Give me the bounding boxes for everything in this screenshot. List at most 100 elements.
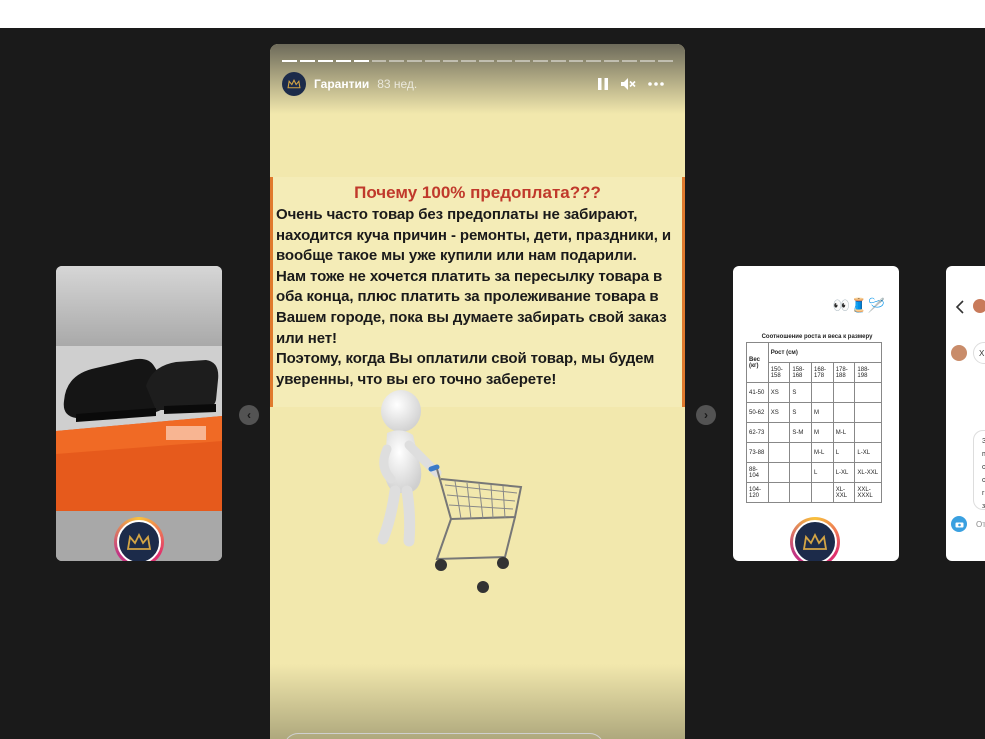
mute-button[interactable] bbox=[619, 75, 637, 93]
size-table-cell bbox=[854, 422, 882, 443]
size-table-cell: 41-50 bbox=[746, 382, 769, 403]
story-text-line: Очень часто товар без предоплаты не заби… bbox=[276, 206, 638, 223]
size-table-cell: XL-XXL bbox=[854, 462, 882, 483]
avatar bbox=[973, 299, 985, 313]
progress-segment bbox=[353, 60, 369, 62]
progress-segment bbox=[568, 60, 584, 62]
size-table-cell: XL-XXL bbox=[832, 482, 856, 503]
chevron-right-icon: › bbox=[704, 408, 708, 422]
story-header: Гарантии 83 нед. bbox=[282, 71, 417, 97]
progress-segment bbox=[550, 60, 566, 62]
size-table-cell bbox=[767, 442, 791, 463]
progress-segment bbox=[496, 60, 512, 62]
size-table-cell bbox=[767, 422, 791, 443]
story-preview-right[interactable]: 👀🧵🪡 Соотношение роста и веса к размеру В… bbox=[733, 266, 899, 561]
size-table-cell: 50-62 bbox=[746, 402, 769, 423]
story-bottom-gradient bbox=[270, 664, 685, 739]
size-table-cell: 88-104 bbox=[746, 462, 769, 483]
story-author-name[interactable]: Гарантии bbox=[314, 77, 369, 91]
progress-segment bbox=[299, 60, 315, 62]
story-text-line: Поэтому, когда Вы оплатили свой товар, м… bbox=[276, 350, 655, 368]
size-table-cell bbox=[767, 462, 791, 483]
size-table: Вес (кг) Рост (см) 150-158 158-168 168-178 17… bbox=[746, 342, 883, 503]
table-row: Вес (кг) Рост (см) bbox=[746, 342, 883, 383]
table-row: 73-88 M-L L L-XL bbox=[746, 442, 882, 463]
emoji-row: 👀🧵🪡 bbox=[832, 298, 885, 314]
progress-segment bbox=[622, 60, 638, 62]
story-avatar-ring[interactable] bbox=[790, 517, 840, 561]
progress-segment bbox=[443, 60, 459, 62]
table-row: 62-73 S-M M M-L bbox=[746, 422, 882, 443]
size-table-cell: S bbox=[789, 402, 813, 423]
story-preview-left[interactable] bbox=[56, 266, 222, 561]
story-text-line: находится куча причин - ремонты, дети, п… bbox=[276, 226, 672, 244]
size-table-cell bbox=[789, 442, 813, 463]
shoe-photo bbox=[56, 346, 222, 511]
size-table-cell bbox=[789, 462, 813, 483]
camera-button[interactable] bbox=[951, 516, 967, 532]
top-bar bbox=[0, 0, 985, 28]
size-table-cell: Вес (кг) bbox=[746, 342, 769, 383]
progress-segment bbox=[282, 60, 297, 62]
table-row: 104-120 XL-XXL XXL-XXXL bbox=[746, 482, 882, 503]
chevron-left-icon[interactable] bbox=[955, 300, 965, 314]
progress-segment bbox=[407, 60, 423, 62]
next-story-button[interactable]: › bbox=[696, 405, 716, 425]
size-table-cell: Рост (см) bbox=[767, 342, 883, 363]
crown-icon bbox=[287, 79, 301, 89]
progress-segment bbox=[532, 60, 548, 62]
story-preview-far-right[interactable]: Х Зпссгз От bbox=[946, 266, 985, 561]
story-author-avatar[interactable] bbox=[282, 72, 306, 96]
story-viewer[interactable]: Гарантии 83 нед. Почему 100% предоплата?… bbox=[270, 44, 685, 739]
prev-story-button[interactable]: ‹ bbox=[239, 405, 259, 425]
progress-segment bbox=[335, 60, 351, 62]
story-body-text: Очень часто товар без предоплаты не заби… bbox=[273, 203, 682, 390]
more-icon bbox=[648, 82, 664, 86]
progress-segment bbox=[425, 60, 441, 62]
brand-avatar bbox=[117, 520, 161, 561]
progress-segment bbox=[604, 60, 620, 62]
size-table-cell: 158-168 bbox=[789, 362, 813, 383]
story-text-line: уверенны, что вы его точно заберете! bbox=[276, 370, 557, 388]
reply-field[interactable] bbox=[284, 733, 604, 739]
table-row: 41-50 XS S bbox=[746, 382, 882, 403]
size-table-cell bbox=[811, 382, 834, 403]
size-table-cell bbox=[789, 482, 813, 503]
story-title: Почему 100% предоплата??? bbox=[354, 183, 601, 202]
progress-segment bbox=[658, 60, 673, 62]
size-table-cell: 62-73 bbox=[746, 422, 769, 443]
avatar bbox=[951, 345, 967, 361]
size-table-cell bbox=[811, 482, 834, 503]
progress-segment bbox=[461, 60, 476, 62]
progress-segment bbox=[478, 60, 494, 62]
mute-icon bbox=[621, 78, 636, 90]
size-table-cell: L-XL bbox=[832, 462, 856, 483]
story-text-panel: Почему 100% предоплата??? Очень часто то… bbox=[270, 177, 685, 407]
table-row: 88-104 L L-XL XL-XXL bbox=[746, 462, 882, 483]
progress-segment bbox=[371, 60, 387, 62]
camera-icon bbox=[955, 522, 963, 527]
shopping-cart-figure-illustration bbox=[377, 390, 523, 593]
story-text-line: Нам тоже не хочется платить за пересылку… bbox=[276, 267, 663, 285]
progress-segment bbox=[389, 60, 405, 62]
size-table-cell: 73-88 bbox=[746, 442, 769, 463]
progress-segment bbox=[317, 60, 333, 62]
story-progress-bar bbox=[282, 60, 673, 62]
chevron-left-icon: ‹ bbox=[247, 408, 251, 422]
story-text-line: вообще такое мы уже купили или нам подар… bbox=[276, 247, 637, 265]
size-table-title: Соотношение роста и веса к размеру bbox=[761, 334, 873, 340]
size-table-cell: XS bbox=[767, 402, 791, 423]
more-options-button[interactable] bbox=[647, 75, 665, 93]
size-table-cell bbox=[832, 382, 856, 403]
story-avatar-ring[interactable] bbox=[114, 517, 164, 561]
message-bubble: Зпссгз bbox=[973, 430, 985, 510]
reply-placeholder[interactable]: От bbox=[976, 520, 985, 529]
story-text-line: оба конца, плюс платить за пролеживание … bbox=[276, 288, 659, 306]
size-table-cell: XXL-XXXL bbox=[854, 482, 882, 503]
progress-segment bbox=[514, 60, 530, 62]
size-table-cell: L bbox=[811, 462, 834, 483]
size-table-cell: L bbox=[832, 442, 856, 463]
size-table-cell: S-M bbox=[789, 422, 813, 443]
size-table-cell: M-L bbox=[811, 442, 834, 463]
pause-button[interactable] bbox=[594, 75, 612, 93]
